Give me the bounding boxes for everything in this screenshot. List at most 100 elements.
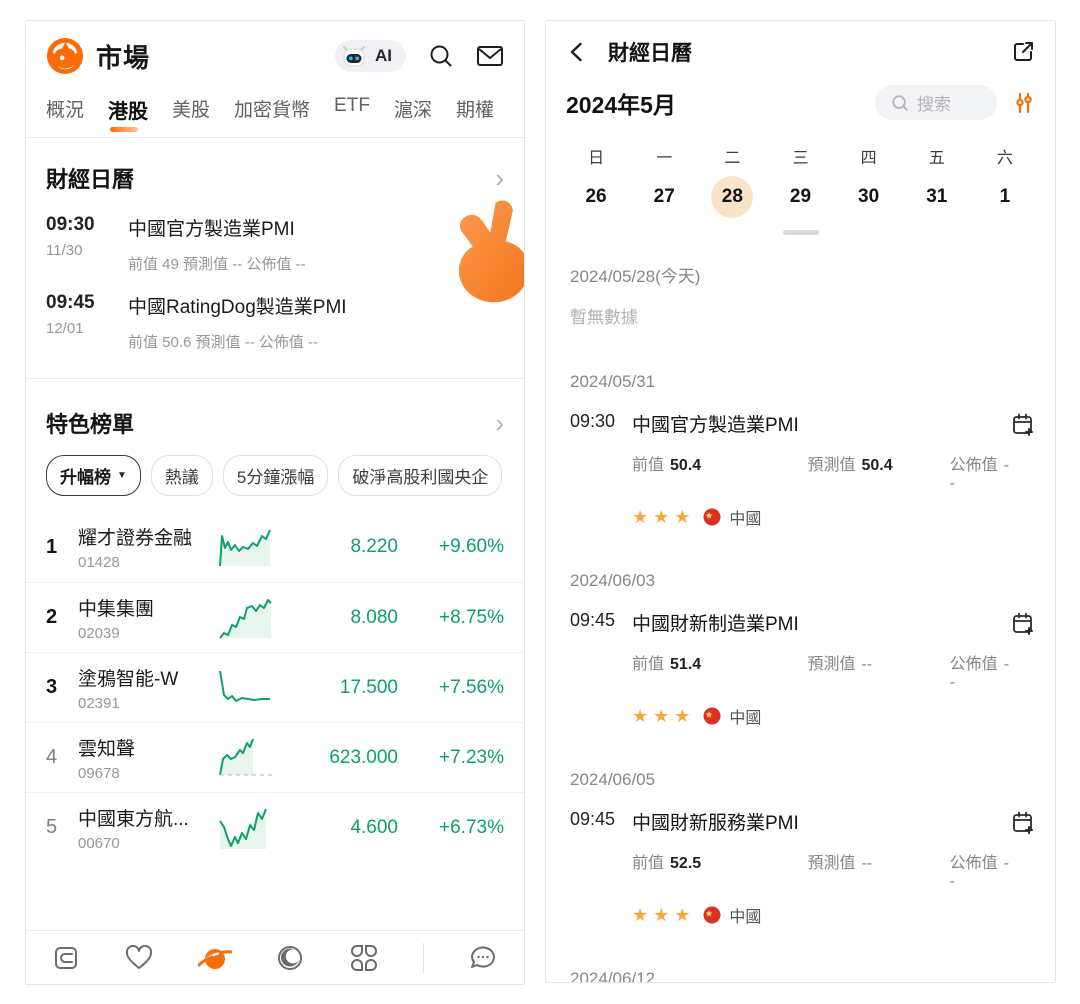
calendar-toolbar: 2024年5月 搜索 <box>546 77 1055 134</box>
calendar-section-header[interactable]: 財經日曆 › <box>26 138 524 200</box>
nav-divider <box>423 943 424 973</box>
messages-chat-icon[interactable] <box>468 944 498 972</box>
chevron-right-icon[interactable]: › <box>495 168 504 188</box>
add-to-calendar-icon[interactable] <box>1011 609 1035 637</box>
search-input[interactable]: 搜索 <box>875 85 997 120</box>
stock-price: 8.080 <box>282 607 412 629</box>
event-detail: 前值 49 預測值 -- 公佈值 -- <box>128 253 504 274</box>
stock-name: 耀才證券金融 <box>78 523 216 550</box>
date-group-header: 2024/05/28(今天) <box>546 235 1055 287</box>
stock-price: 623.000 <box>282 747 412 769</box>
filter-chip-5min[interactable]: 5分鐘漲幅 <box>223 455 328 496</box>
rank-number: 5 <box>46 816 78 839</box>
page-title: 財經日曆 <box>608 37 692 67</box>
sparkline-chart <box>216 805 282 851</box>
watchlist-heart-icon[interactable] <box>124 944 154 972</box>
rank-number: 3 <box>46 676 78 699</box>
share-export-icon[interactable] <box>1011 40 1035 64</box>
market-planet-icon[interactable] <box>198 943 232 973</box>
portfolio-wallet-icon[interactable] <box>52 944 80 972</box>
calendar-week-row: 26 27 28 29 30 31 1 <box>546 174 1055 220</box>
discover-grid-icon[interactable] <box>349 943 379 973</box>
event-values: 前值51.4 預測值-- 公佈值-- <box>632 650 1011 692</box>
weekday-label: 四 <box>835 134 903 174</box>
mail-icon[interactable] <box>476 44 504 68</box>
date-group-header: 2024/06/03 <box>546 529 1055 591</box>
search-icon[interactable] <box>428 43 454 69</box>
app-logo-bull-icon <box>46 37 84 75</box>
calendar-section-title: 財經日曆 <box>46 162 134 194</box>
filter-chip-hot[interactable]: 熱議 <box>151 455 213 496</box>
calendar-day[interactable]: 26 <box>562 174 630 220</box>
calendar-event-row[interactable]: 09:30 中國官方製造業PMI 前值50.4 預測值50.4 公佈值-- ★★… <box>546 392 1055 529</box>
filter-chip-gainers[interactable]: 升幅榜 ▼ <box>46 455 141 496</box>
event-time: 09:45 <box>570 808 632 830</box>
weekday-label: 二 <box>698 134 766 174</box>
tab-overview[interactable]: 概況 <box>46 95 84 124</box>
date-group-header: 2024/06/05 <box>546 728 1055 790</box>
stock-price: 8.220 <box>282 536 412 558</box>
stock-row[interactable]: 5 中國東方航... 00670 4.600 +6.73% <box>26 792 524 862</box>
stock-row[interactable]: 2 中集集團 02039 8.080 +8.75% <box>26 582 524 652</box>
add-to-calendar-icon[interactable] <box>1011 410 1035 438</box>
date-group-header: 2024/06/12 <box>546 927 1055 983</box>
stock-row[interactable]: 3 塗鴉智能-W 02391 17.500 +7.56% <box>26 652 524 722</box>
back-arrow-icon[interactable] <box>566 41 588 63</box>
search-icon <box>891 94 909 112</box>
page-title: 市場 <box>96 38 150 75</box>
event-values: 前值50.4 預測值50.4 公佈值-- <box>632 451 1011 493</box>
calendar-event-row[interactable]: 09:45 中國財新服務業PMI 前值52.5 預測值-- 公佈值-- ★★★ … <box>546 790 1055 927</box>
event-time: 09:30 <box>570 410 632 432</box>
calendar-event-row[interactable]: 09:45 12/01 中國RatingDog製造業PMI 前值 50.6 預測… <box>26 278 524 356</box>
ai-assistant-button[interactable]: AI <box>335 40 406 72</box>
event-detail: 前值 50.6 預測值 -- 公佈值 -- <box>128 331 504 352</box>
china-flag-icon <box>703 707 721 725</box>
search-placeholder: 搜索 <box>917 90 951 115</box>
calendar-day-selected[interactable]: 28 <box>698 174 766 220</box>
tab-etf[interactable]: ETF <box>334 95 370 124</box>
importance-stars-icon: ★★★ <box>632 905 695 926</box>
weekday-label: 一 <box>630 134 698 174</box>
ranking-list: 1 耀才證券金融 01428 8.220 +9.60% 2 中集集團 02039 <box>26 512 524 862</box>
china-flag-icon <box>703 906 721 924</box>
calendar-day[interactable]: 29 <box>766 174 834 220</box>
rank-number: 4 <box>46 746 78 769</box>
tab-sh-sz[interactable]: 滬深 <box>394 95 432 124</box>
calendar-day[interactable]: 31 <box>903 174 971 220</box>
calendar-nav-bar: 財經日曆 <box>546 21 1055 77</box>
weekday-label: 五 <box>903 134 971 174</box>
tab-crypto[interactable]: 加密貨幣 <box>234 95 310 124</box>
market-screen: 市場 AI <box>25 20 525 985</box>
no-data-text: 暫無數據 <box>546 287 1055 328</box>
tab-us-stocks[interactable]: 美股 <box>172 95 210 124</box>
chevron-right-icon[interactable]: › <box>495 413 504 433</box>
calendar-day[interactable]: 1 <box>971 174 1039 220</box>
weekday-label: 六 <box>971 134 1039 174</box>
current-month-label[interactable]: 2024年5月 <box>566 86 676 120</box>
region-label: 中國 <box>729 704 761 728</box>
add-to-calendar-icon[interactable] <box>1011 808 1035 836</box>
economic-calendar-screen: 財經日曆 2024年5月 搜索 日 一 二 三 四 五 <box>545 20 1056 983</box>
stock-code: 02391 <box>78 695 216 712</box>
sparkline-chart <box>216 665 282 711</box>
tab-options[interactable]: 期權 <box>456 95 494 124</box>
calendar-day[interactable]: 27 <box>630 174 698 220</box>
calendar-day[interactable]: 30 <box>835 174 903 220</box>
bottom-navigation-bar <box>26 930 524 984</box>
calendar-event-row[interactable]: 09:45 中國財新制造業PMI 前值51.4 預測值-- 公佈值-- ★★★ … <box>546 591 1055 728</box>
event-name: 中國官方製造業PMI <box>632 410 1011 437</box>
filter-sliders-icon[interactable] <box>1013 91 1035 115</box>
dropdown-arrow-icon: ▼ <box>117 470 127 481</box>
weekday-label: 三 <box>766 134 834 174</box>
quotes-disc-icon[interactable] <box>275 943 305 973</box>
event-time: 09:30 <box>46 214 128 236</box>
tab-hk-stocks[interactable]: 港股 <box>108 95 148 124</box>
stock-row[interactable]: 4 雲知聲 09678 623.000 +7.23% <box>26 722 524 792</box>
ranking-section-header[interactable]: 特色榜單 › <box>26 379 524 445</box>
region-label: 中國 <box>729 505 761 529</box>
rank-number: 2 <box>46 606 78 629</box>
filter-chip-dividend[interactable]: 破淨高股利國央企 <box>338 455 502 496</box>
event-name: 中國財新服務業PMI <box>632 808 1011 835</box>
stock-row[interactable]: 1 耀才證券金融 01428 8.220 +9.60% <box>26 512 524 582</box>
calendar-event-row[interactable]: 09:30 11/30 中國官方製造業PMI 前值 49 預測值 -- 公佈值 … <box>26 200 524 278</box>
